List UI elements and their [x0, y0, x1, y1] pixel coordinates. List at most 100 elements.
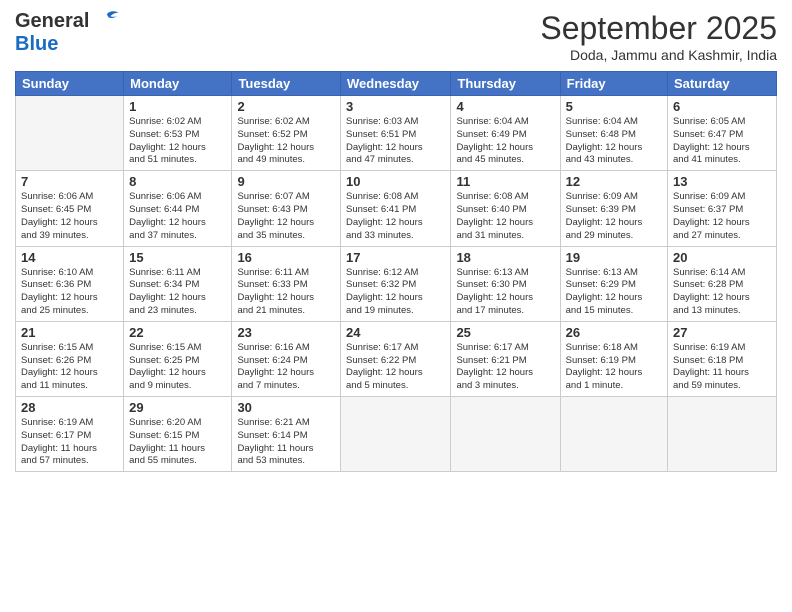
day-info: Sunrise: 6:21 AM Sunset: 6:14 PM Dayligh…: [237, 417, 335, 468]
day-info: Sunrise: 6:19 AM Sunset: 6:18 PM Dayligh…: [673, 342, 771, 393]
calendar-cell: 8Sunrise: 6:06 AM Sunset: 6:44 PM Daylig…: [124, 171, 232, 246]
title-section: September 2025 Doda, Jammu and Kashmir, …: [540, 10, 777, 63]
calendar-cell: 11 Sunrise: 6:08 AM Sunset: 6:40 PM Dayli…: [451, 171, 560, 246]
day-info: Sunrise: 6:17 AM Sunset: 6:22 PM Dayligh…: [346, 342, 445, 393]
day-info: Sunrise: 6:14 AM Sunset: 6:28 PM Dayligh…: [673, 267, 771, 318]
day-info: Sunrise: 6:06 AM Sunset: 6:45 PM Dayligh…: [21, 191, 118, 242]
day-info: Sunrise: 6:02 AM Sunset: 6:53 PM Dayligh…: [129, 116, 226, 167]
page: General Blue September 2025 Doda, Jammu …: [0, 0, 792, 612]
calendar-cell: 14 Sunrise: 6:10 AM Sunset: 6:36 PM Dayli…: [16, 246, 124, 321]
calendar-cell: [341, 397, 451, 472]
logo: General Blue: [15, 10, 121, 56]
weekday-header-row: Sunday Monday Tuesday Wednesday Thursday…: [16, 72, 777, 96]
calendar-cell: 7 Sunrise: 6:06 AM Sunset: 6:45 PM Daylig…: [16, 171, 124, 246]
location-subtitle: Doda, Jammu and Kashmir, India: [540, 47, 777, 63]
calendar-cell: 25 Sunrise: 6:17 AM Sunset: 6:21 PM Dayli…: [451, 321, 560, 396]
day-number: 12: [566, 174, 662, 189]
day-number: 14: [21, 250, 118, 265]
day-number: 1: [129, 99, 226, 114]
day-info: Sunrise: 6:17 AM Sunset: 6:21 PM Dayligh…: [456, 342, 554, 393]
calendar-cell: [451, 397, 560, 472]
day-number: 9: [237, 174, 335, 189]
calendar-cell: 1 Sunrise: 6:02 AM Sunset: 6:53 PM Daylig…: [124, 96, 232, 171]
day-number: 4: [456, 99, 554, 114]
day-info: Sunrise: 6:20 AM Sunset: 6:15 PM Dayligh…: [129, 417, 226, 468]
logo-blue-text: Blue: [15, 33, 58, 55]
day-number: 2: [237, 99, 335, 114]
header-thursday: Thursday: [451, 72, 560, 96]
calendar-cell: 9Sunrise: 6:07 AM Sunset: 6:43 PM Daylig…: [232, 171, 341, 246]
calendar-week-row: 21 Sunrise: 6:15 AM Sunset: 6:26 PM Dayli…: [16, 321, 777, 396]
day-number: 3: [346, 99, 445, 114]
calendar-cell: 22Sunrise: 6:15 AM Sunset: 6:25 PM Dayli…: [124, 321, 232, 396]
day-number: 28: [21, 400, 118, 415]
day-number: 27: [673, 325, 771, 340]
calendar-week-row: 14 Sunrise: 6:10 AM Sunset: 6:36 PM Dayli…: [16, 246, 777, 321]
header-saturday: Saturday: [668, 72, 777, 96]
day-number: 16: [237, 250, 335, 265]
day-info: Sunrise: 6:03 AM Sunset: 6:51 PM Dayligh…: [346, 116, 445, 167]
day-number: 6: [673, 99, 771, 114]
day-number: 17: [346, 250, 445, 265]
calendar-cell: 28 Sunrise: 6:19 AM Sunset: 6:17 PM Dayli…: [16, 397, 124, 472]
day-info: Sunrise: 6:19 AM Sunset: 6:17 PM Dayligh…: [21, 417, 118, 468]
day-info: Sunrise: 6:10 AM Sunset: 6:36 PM Dayligh…: [21, 267, 118, 318]
day-number: 29: [129, 400, 226, 415]
day-number: 20: [673, 250, 771, 265]
header-monday: Monday: [124, 72, 232, 96]
calendar-cell: 13 Sunrise: 6:09 AM Sunset: 6:37 PM Dayli…: [668, 171, 777, 246]
day-info: Sunrise: 6:13 AM Sunset: 6:29 PM Dayligh…: [566, 267, 662, 318]
calendar-cell: [16, 96, 124, 171]
day-info: Sunrise: 6:18 AM Sunset: 6:19 PM Dayligh…: [566, 342, 662, 393]
month-title: September 2025: [540, 10, 777, 47]
calendar-week-row: 1 Sunrise: 6:02 AM Sunset: 6:53 PM Daylig…: [16, 96, 777, 171]
day-number: 18: [456, 250, 554, 265]
day-number: 22: [129, 325, 226, 340]
calendar-cell: [560, 397, 667, 472]
calendar-cell: 5Sunrise: 6:04 AM Sunset: 6:48 PM Daylig…: [560, 96, 667, 171]
day-info: Sunrise: 6:08 AM Sunset: 6:41 PM Dayligh…: [346, 191, 445, 242]
day-number: 19: [566, 250, 662, 265]
day-number: 13: [673, 174, 771, 189]
header-friday: Friday: [560, 72, 667, 96]
calendar-cell: 6Sunrise: 6:05 AM Sunset: 6:47 PM Daylig…: [668, 96, 777, 171]
day-info: Sunrise: 6:11 AM Sunset: 6:33 PM Dayligh…: [237, 267, 335, 318]
calendar-cell: 12 Sunrise: 6:09 AM Sunset: 6:39 PM Dayli…: [560, 171, 667, 246]
calendar-cell: 30 Sunrise: 6:21 AM Sunset: 6:14 PM Dayli…: [232, 397, 341, 472]
header-sunday: Sunday: [16, 72, 124, 96]
calendar-cell: [668, 397, 777, 472]
calendar-cell: 26 Sunrise: 6:18 AM Sunset: 6:19 PM Dayli…: [560, 321, 667, 396]
day-number: 21: [21, 325, 118, 340]
day-number: 30: [237, 400, 335, 415]
day-info: Sunrise: 6:15 AM Sunset: 6:26 PM Dayligh…: [21, 342, 118, 393]
day-info: Sunrise: 6:08 AM Sunset: 6:40 PM Dayligh…: [456, 191, 554, 242]
day-number: 7: [21, 174, 118, 189]
day-info: Sunrise: 6:09 AM Sunset: 6:39 PM Dayligh…: [566, 191, 662, 242]
calendar-cell: 19 Sunrise: 6:13 AM Sunset: 6:29 PM Dayli…: [560, 246, 667, 321]
calendar-cell: 16 Sunrise: 6:11 AM Sunset: 6:33 PM Dayli…: [232, 246, 341, 321]
day-info: Sunrise: 6:04 AM Sunset: 6:49 PM Dayligh…: [456, 116, 554, 167]
calendar-cell: 2 Sunrise: 6:02 AM Sunset: 6:52 PM Daylig…: [232, 96, 341, 171]
calendar-cell: 17 Sunrise: 6:12 AM Sunset: 6:32 PM Dayli…: [341, 246, 451, 321]
day-number: 26: [566, 325, 662, 340]
calendar-cell: 27 Sunrise: 6:19 AM Sunset: 6:18 PM Dayli…: [668, 321, 777, 396]
calendar-cell: 10Sunrise: 6:08 AM Sunset: 6:41 PM Dayli…: [341, 171, 451, 246]
calendar-cell: 21 Sunrise: 6:15 AM Sunset: 6:26 PM Dayli…: [16, 321, 124, 396]
header: General Blue September 2025 Doda, Jammu …: [15, 10, 777, 63]
day-number: 15: [129, 250, 226, 265]
calendar-table: Sunday Monday Tuesday Wednesday Thursday…: [15, 71, 777, 472]
header-wednesday: Wednesday: [341, 72, 451, 96]
day-info: Sunrise: 6:02 AM Sunset: 6:52 PM Dayligh…: [237, 116, 335, 167]
calendar-cell: 3 Sunrise: 6:03 AM Sunset: 6:51 PM Daylig…: [341, 96, 451, 171]
day-info: Sunrise: 6:04 AM Sunset: 6:48 PM Dayligh…: [566, 116, 662, 167]
day-info: Sunrise: 6:12 AM Sunset: 6:32 PM Dayligh…: [346, 267, 445, 318]
day-number: 25: [456, 325, 554, 340]
day-number: 11: [456, 174, 554, 189]
day-info: Sunrise: 6:06 AM Sunset: 6:44 PM Dayligh…: [129, 191, 226, 242]
day-info: Sunrise: 6:09 AM Sunset: 6:37 PM Dayligh…: [673, 191, 771, 242]
calendar-cell: 29 Sunrise: 6:20 AM Sunset: 6:15 PM Dayli…: [124, 397, 232, 472]
header-tuesday: Tuesday: [232, 72, 341, 96]
day-number: 24: [346, 325, 445, 340]
calendar-cell: 4 Sunrise: 6:04 AM Sunset: 6:49 PM Daylig…: [451, 96, 560, 171]
calendar-week-row: 7 Sunrise: 6:06 AM Sunset: 6:45 PM Daylig…: [16, 171, 777, 246]
